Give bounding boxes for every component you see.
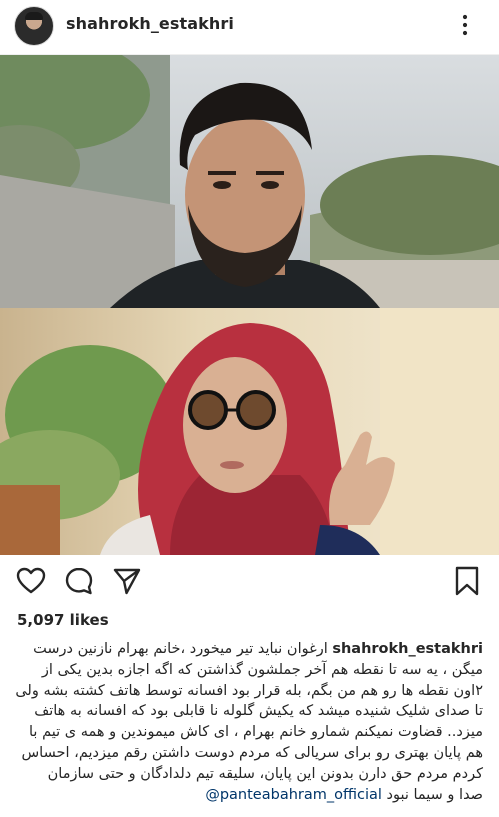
heart-icon[interactable] [16, 566, 46, 596]
caption-text-1: ارغوان نباید تیر میخورد ،خانم بهرام نازن… [33, 641, 328, 657]
caption-line-1: shahrokh_estakhri ارغوان نباید تیر میخور… [13, 639, 483, 660]
profile-avatar[interactable] [14, 6, 54, 46]
post-photo[interactable] [0, 55, 499, 555]
paper-plane-icon[interactable] [112, 566, 142, 596]
caption-line-7: کردم مردم حق دارن بدونن این پایان، سلیقه… [47, 765, 483, 782]
comment-icon[interactable] [64, 566, 94, 596]
caption-line-3: ۲اون نقطه ها رو هم من بگم، بله قرار بود … [15, 682, 483, 699]
caption-line-2: میگن ، یه سه تا نقطه هم آخر جملشون گذاشت… [41, 661, 483, 678]
post-header: shahrokh_estakhri [0, 0, 499, 55]
post-username[interactable]: shahrokh_estakhri [66, 14, 234, 33]
caption-text-8: صدا و سیما نبود [386, 786, 483, 803]
caption-line-5: میزد.. قضاوت نمیکنم شمارو خانم بهرام ، ا… [29, 724, 483, 741]
action-bar [0, 562, 499, 602]
caption-line-6: هم پایان بهتری رو برای سریالی که مردم دو… [21, 744, 483, 761]
man-portrait-image [0, 55, 499, 308]
bookmark-icon[interactable] [452, 566, 482, 596]
caption-username[interactable]: shahrokh_estakhri [332, 641, 483, 657]
caption-line-4: تا صدای شلیک شنیده میشد که یکیش گلوله نا… [34, 703, 483, 720]
post-caption: shahrokh_estakhri ارغوان نباید تیر میخور… [13, 639, 483, 805]
caption-line-8: صدا و سیما نبود @panteabahram_official [13, 785, 483, 806]
mention-link[interactable]: @panteabahram_official [205, 787, 382, 803]
likes-count[interactable]: 5,097 likes [17, 611, 109, 629]
more-options-icon[interactable] [459, 13, 471, 37]
woman-portrait-image [0, 308, 499, 555]
